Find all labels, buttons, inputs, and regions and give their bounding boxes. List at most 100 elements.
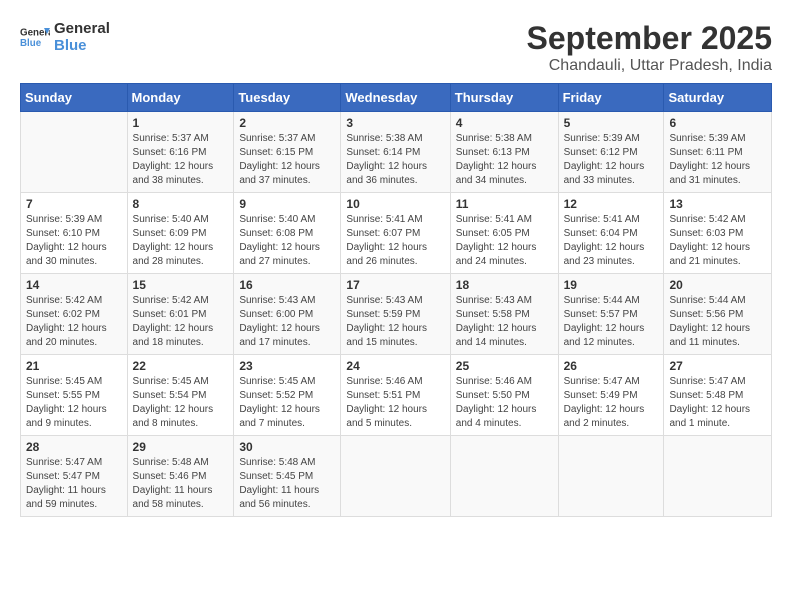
day-number: 6 — [669, 116, 766, 130]
header-sunday: Sunday — [21, 84, 128, 112]
day-info: Sunrise: 5:43 AM Sunset: 5:58 PM Dayligh… — [456, 294, 553, 350]
day-number: 3 — [346, 116, 444, 130]
calendar-cell — [558, 436, 664, 517]
logo-icon: General Blue — [20, 25, 50, 49]
day-number: 5 — [564, 116, 659, 130]
header: General Blue General Blue September 2025… — [20, 20, 772, 75]
location-title: Chandauli, Uttar Pradesh, India — [527, 57, 772, 75]
day-info: Sunrise: 5:39 AM Sunset: 6:11 PM Dayligh… — [669, 132, 766, 188]
calendar-cell: 19 Sunrise: 5:44 AM Sunset: 5:57 PM Dayli… — [558, 274, 664, 355]
calendar-cell: 20Sunrise: 5:44 AM Sunset: 5:56 PM Dayli… — [664, 274, 772, 355]
header-thursday: Thursday — [450, 84, 558, 112]
calendar-cell: 12Sunrise: 5:41 AM Sunset: 6:04 PM Dayli… — [558, 193, 664, 274]
day-info: Sunrise: 5:47 AM Sunset: 5:49 PM Dayligh… — [564, 375, 659, 431]
day-info: Sunrise: 5:40 AM Sunset: 6:09 PM Dayligh… — [133, 213, 229, 269]
calendar-cell: 17 Sunrise: 5:43 AM Sunset: 5:59 PM Dayli… — [341, 274, 450, 355]
calendar-cell: 1 Sunrise: 5:37 AM Sunset: 6:16 PM Daylig… — [127, 112, 234, 193]
logo-general: General — [54, 20, 110, 37]
day-number: 28 — [26, 440, 122, 454]
calendar-cell: 25 Sunrise: 5:46 AM Sunset: 5:50 PM Dayli… — [450, 355, 558, 436]
header-friday: Friday — [558, 84, 664, 112]
day-info: Sunrise: 5:41 AM Sunset: 6:05 PM Dayligh… — [456, 213, 553, 269]
calendar-cell: 10Sunrise: 5:41 AM Sunset: 6:07 PM Dayli… — [341, 193, 450, 274]
calendar-cell: 7 Sunrise: 5:39 AM Sunset: 6:10 PM Daylig… — [21, 193, 128, 274]
day-number: 25 — [456, 359, 553, 373]
day-info: Sunrise: 5:43 AM Sunset: 6:00 PM Dayligh… — [239, 294, 335, 350]
day-number: 4 — [456, 116, 553, 130]
calendar-cell: 23Sunrise: 5:45 AM Sunset: 5:52 PM Dayli… — [234, 355, 341, 436]
day-info: Sunrise: 5:43 AM Sunset: 5:59 PM Dayligh… — [346, 294, 444, 350]
calendar-cell: 18 Sunrise: 5:43 AM Sunset: 5:58 PM Dayli… — [450, 274, 558, 355]
calendar-cell: 9 Sunrise: 5:40 AM Sunset: 6:08 PM Daylig… — [234, 193, 341, 274]
day-number: 26 — [564, 359, 659, 373]
day-info: Sunrise: 5:42 AM Sunset: 6:03 PM Dayligh… — [669, 213, 766, 269]
day-info: Sunrise: 5:45 AM Sunset: 5:52 PM Dayligh… — [239, 375, 335, 431]
day-info: Sunrise: 5:47 AM Sunset: 5:47 PM Dayligh… — [26, 456, 122, 512]
calendar-cell: 21 Sunrise: 5:45 AM Sunset: 5:55 PM Dayli… — [21, 355, 128, 436]
calendar-cell: 28 Sunrise: 5:47 AM Sunset: 5:47 PM Dayli… — [21, 436, 128, 517]
day-number: 24 — [346, 359, 444, 373]
calendar-cell: 24 Sunrise: 5:46 AM Sunset: 5:51 PM Dayli… — [341, 355, 450, 436]
day-number: 16 — [239, 278, 335, 292]
day-number: 29 — [133, 440, 229, 454]
calendar-cell — [341, 436, 450, 517]
calendar-cell: 14Sunrise: 5:42 AM Sunset: 6:02 PM Dayli… — [21, 274, 128, 355]
header-tuesday: Tuesday — [234, 84, 341, 112]
calendar-cell: 13 Sunrise: 5:42 AM Sunset: 6:03 PM Dayli… — [664, 193, 772, 274]
calendar-cell: 2Sunrise: 5:37 AM Sunset: 6:15 PM Daylig… — [234, 112, 341, 193]
calendar-cell: 4 Sunrise: 5:38 AM Sunset: 6:13 PM Daylig… — [450, 112, 558, 193]
calendar-table: SundayMondayTuesdayWednesdayThursdayFrid… — [20, 83, 772, 517]
calendar-week-4: 21 Sunrise: 5:45 AM Sunset: 5:55 PM Dayli… — [21, 355, 772, 436]
day-number: 18 — [456, 278, 553, 292]
day-info: Sunrise: 5:37 AM Sunset: 6:15 PM Dayligh… — [239, 132, 335, 188]
calendar-week-5: 28 Sunrise: 5:47 AM Sunset: 5:47 PM Dayli… — [21, 436, 772, 517]
day-info: Sunrise: 5:47 AM Sunset: 5:48 PM Dayligh… — [669, 375, 766, 431]
day-info: Sunrise: 5:39 AM Sunset: 6:10 PM Dayligh… — [26, 213, 122, 269]
day-number: 7 — [26, 197, 122, 211]
day-info: Sunrise: 5:45 AM Sunset: 5:54 PM Dayligh… — [133, 375, 229, 431]
day-info: Sunrise: 5:37 AM Sunset: 6:16 PM Dayligh… — [133, 132, 229, 188]
day-number: 19 — [564, 278, 659, 292]
day-info: Sunrise: 5:48 AM Sunset: 5:45 PM Dayligh… — [239, 456, 335, 512]
calendar-cell — [21, 112, 128, 193]
day-info: Sunrise: 5:46 AM Sunset: 5:50 PM Dayligh… — [456, 375, 553, 431]
calendar-cell: 30 Sunrise: 5:48 AM Sunset: 5:45 PM Dayli… — [234, 436, 341, 517]
header-monday: Monday — [127, 84, 234, 112]
day-number: 9 — [239, 197, 335, 211]
calendar-cell: 5 Sunrise: 5:39 AM Sunset: 6:12 PM Daylig… — [558, 112, 664, 193]
day-info: Sunrise: 5:39 AM Sunset: 6:12 PM Dayligh… — [564, 132, 659, 188]
day-info: Sunrise: 5:42 AM Sunset: 6:02 PM Dayligh… — [26, 294, 122, 350]
calendar-week-2: 7 Sunrise: 5:39 AM Sunset: 6:10 PM Daylig… — [21, 193, 772, 274]
day-number: 13 — [669, 197, 766, 211]
calendar-cell: 29 Sunrise: 5:48 AM Sunset: 5:46 PM Dayli… — [127, 436, 234, 517]
day-number: 30 — [239, 440, 335, 454]
calendar-cell — [664, 436, 772, 517]
header-saturday: Saturday — [664, 84, 772, 112]
day-info: Sunrise: 5:44 AM Sunset: 5:57 PM Dayligh… — [564, 294, 659, 350]
day-number: 17 — [346, 278, 444, 292]
calendar-cell: 15Sunrise: 5:42 AM Sunset: 6:01 PM Dayli… — [127, 274, 234, 355]
calendar-cell: 3 Sunrise: 5:38 AM Sunset: 6:14 PM Daylig… — [341, 112, 450, 193]
day-number: 1 — [133, 116, 229, 130]
svg-text:Blue: Blue — [20, 38, 42, 49]
day-info: Sunrise: 5:38 AM Sunset: 6:13 PM Dayligh… — [456, 132, 553, 188]
calendar-cell: 27Sunrise: 5:47 AM Sunset: 5:48 PM Dayli… — [664, 355, 772, 436]
calendar-header-row: SundayMondayTuesdayWednesdayThursdayFrid… — [21, 84, 772, 112]
day-number: 8 — [133, 197, 229, 211]
logo-blue: Blue — [54, 37, 110, 54]
calendar-cell — [450, 436, 558, 517]
day-info: Sunrise: 5:40 AM Sunset: 6:08 PM Dayligh… — [239, 213, 335, 269]
day-number: 15 — [133, 278, 229, 292]
day-info: Sunrise: 5:46 AM Sunset: 5:51 PM Dayligh… — [346, 375, 444, 431]
day-number: 20 — [669, 278, 766, 292]
day-info: Sunrise: 5:48 AM Sunset: 5:46 PM Dayligh… — [133, 456, 229, 512]
title-area: September 2025 Chandauli, Uttar Pradesh,… — [527, 20, 772, 75]
day-info: Sunrise: 5:45 AM Sunset: 5:55 PM Dayligh… — [26, 375, 122, 431]
calendar-cell: 8 Sunrise: 5:40 AM Sunset: 6:09 PM Daylig… — [127, 193, 234, 274]
day-number: 11 — [456, 197, 553, 211]
day-info: Sunrise: 5:41 AM Sunset: 6:07 PM Dayligh… — [346, 213, 444, 269]
logo: General Blue General Blue — [20, 20, 110, 54]
day-number: 21 — [26, 359, 122, 373]
day-info: Sunrise: 5:38 AM Sunset: 6:14 PM Dayligh… — [346, 132, 444, 188]
calendar-cell: 22Sunrise: 5:45 AM Sunset: 5:54 PM Dayli… — [127, 355, 234, 436]
